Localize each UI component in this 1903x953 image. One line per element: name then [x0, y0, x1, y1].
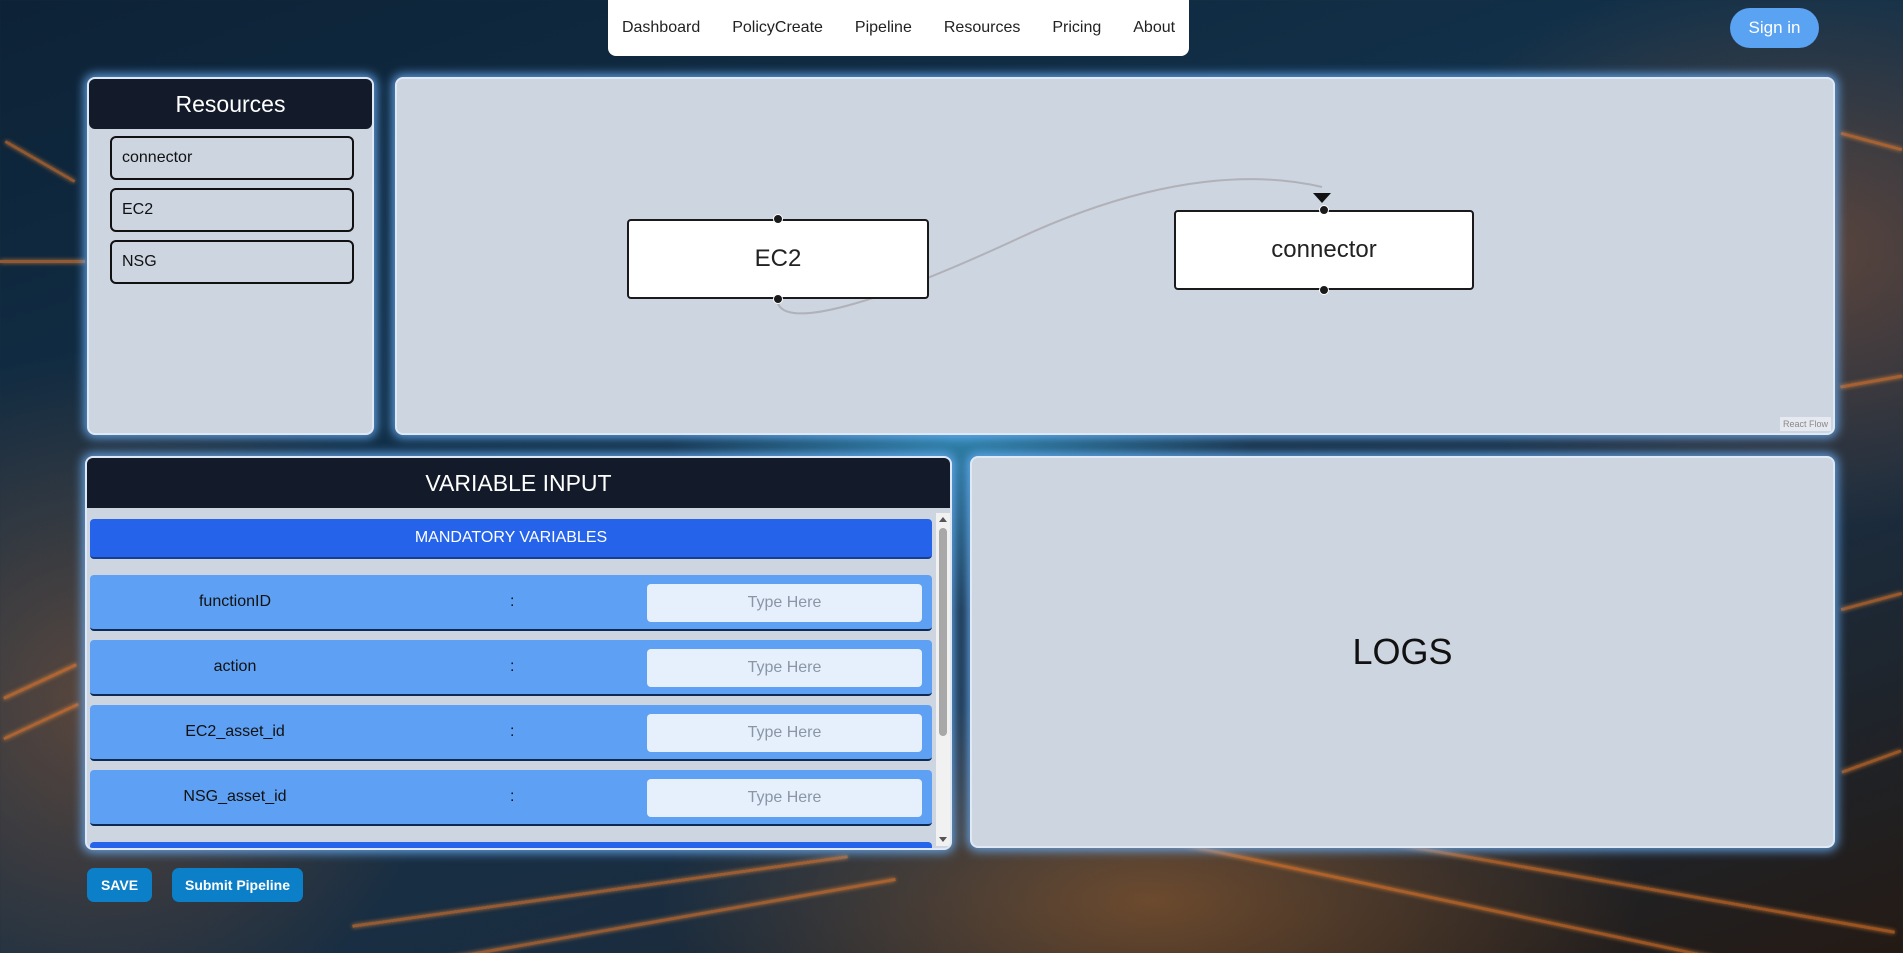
- submit-pipeline-button[interactable]: Submit Pipeline: [172, 868, 303, 902]
- action-input[interactable]: [647, 649, 922, 687]
- ec2-asset-id-input[interactable]: [647, 714, 922, 752]
- save-button[interactable]: SAVE: [87, 868, 152, 902]
- resource-item-ec2[interactable]: EC2: [110, 188, 354, 232]
- resources-title: Resources: [89, 79, 372, 129]
- resource-item-nsg[interactable]: NSG: [110, 240, 354, 284]
- variable-scrollbar[interactable]: [936, 513, 950, 846]
- nav-link-policycreate[interactable]: PolicyCreate: [716, 19, 839, 37]
- logs-panel: LOGS: [970, 456, 1835, 848]
- variable-row-functionid: functionID :: [90, 575, 932, 631]
- pipeline-canvas[interactable]: EC2 connector React Flow: [395, 77, 1835, 435]
- edge-arrowhead-icon: [1313, 193, 1331, 203]
- functionid-input[interactable]: [647, 584, 922, 622]
- variable-input-panel: VARIABLE INPUT MANDATORY VARIABLES funct…: [85, 456, 952, 850]
- variable-input-title: VARIABLE INPUT: [87, 458, 950, 508]
- nsg-asset-id-input[interactable]: [647, 779, 922, 817]
- variable-row-nsg-asset-id: NSG_asset_id :: [90, 770, 932, 826]
- mandatory-variables-header[interactable]: MANDATORY VARIABLES: [90, 519, 932, 559]
- nav-link-about[interactable]: About: [1117, 19, 1191, 37]
- connector-source-handle[interactable]: [1319, 285, 1329, 295]
- variable-label: action: [213, 658, 257, 675]
- flow-node-ec2[interactable]: EC2: [627, 219, 929, 299]
- connector-target-handle[interactable]: [1319, 205, 1329, 215]
- react-flow-attribution[interactable]: React Flow: [1779, 417, 1831, 431]
- resources-panel: Resources connector EC2 NSG: [87, 77, 374, 435]
- flow-node-connector[interactable]: connector: [1174, 210, 1474, 290]
- ec2-source-handle[interactable]: [773, 294, 783, 304]
- flow-edge-layer: [776, 178, 1331, 315]
- scrollbar-thumb[interactable]: [939, 528, 947, 736]
- logs-title: LOGS: [1352, 631, 1453, 672]
- variable-label: functionID: [198, 593, 272, 610]
- variable-separator: :: [510, 658, 515, 675]
- variable-label: NSG_asset_id: [183, 788, 287, 805]
- variable-separator: :: [510, 593, 515, 610]
- scroll-down-arrow-icon[interactable]: [939, 837, 947, 842]
- variable-row-ec2-asset-id: EC2_asset_id :: [90, 705, 932, 761]
- resource-item-connector[interactable]: connector: [110, 136, 354, 180]
- nav-link-dashboard[interactable]: Dashboard: [606, 19, 716, 37]
- optional-variables-header-partial: [90, 842, 932, 848]
- ec2-target-handle[interactable]: [773, 214, 783, 224]
- nav-link-resources[interactable]: Resources: [928, 19, 1036, 37]
- top-navigation: Dashboard PolicyCreate Pipeline Resource…: [608, 0, 1189, 56]
- nav-link-pipeline[interactable]: Pipeline: [839, 19, 928, 37]
- scroll-up-arrow-icon[interactable]: [939, 517, 947, 522]
- variable-separator: :: [510, 788, 515, 805]
- nav-link-pricing[interactable]: Pricing: [1036, 19, 1117, 37]
- sign-in-button[interactable]: Sign in: [1730, 8, 1819, 48]
- variable-separator: :: [510, 723, 515, 740]
- variable-label: EC2_asset_id: [185, 723, 285, 740]
- variable-row-action: action :: [90, 640, 932, 696]
